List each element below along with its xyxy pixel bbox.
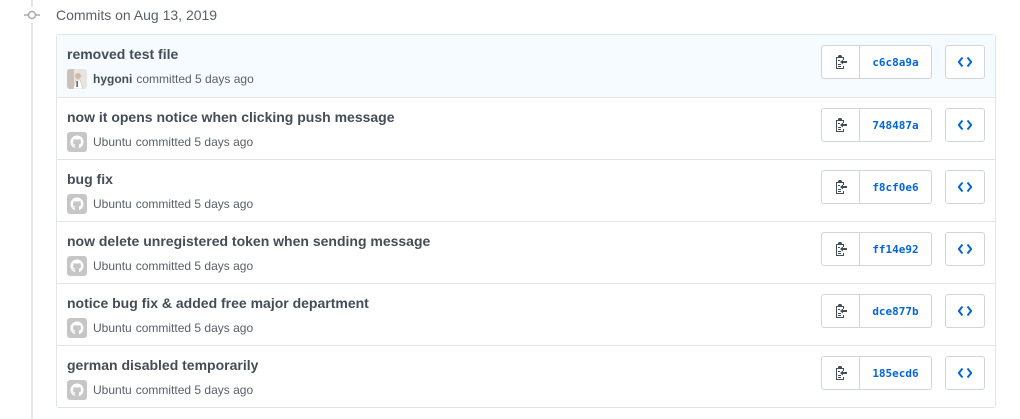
commit-sha-link[interactable]: 748487a [860, 108, 932, 142]
copy-sha-button[interactable] [821, 45, 860, 79]
github-octocat-icon[interactable] [67, 132, 87, 152]
browse-repo-button[interactable] [945, 45, 985, 79]
code-icon [958, 181, 972, 193]
copy-sha-button[interactable] [821, 232, 860, 266]
commit-meta: Ubuntu committed 5 days ago [67, 256, 253, 276]
code-icon [958, 119, 972, 131]
commit-author[interactable]: Ubuntu [93, 321, 132, 335]
commit-group-title: Commits on Aug 13, 2019 [56, 7, 218, 23]
github-octocat-icon[interactable] [67, 318, 87, 338]
github-octocat-icon[interactable] [67, 194, 87, 214]
commit-time: 5 days ago [195, 72, 254, 86]
clipboard-icon [835, 55, 847, 69]
commit-message-link[interactable]: now it opens notice when clicking push m… [67, 109, 395, 125]
commit-meta: Ubuntu committed 5 days ago [67, 132, 253, 152]
browse-repo-button[interactable] [945, 356, 985, 390]
commit-row: german disabled temporarily Ubuntu commi… [57, 345, 995, 407]
commit-author[interactable]: Ubuntu [93, 135, 132, 149]
commit-action: committed [135, 135, 192, 149]
commit-action: committed [136, 72, 192, 86]
clipboard-icon [835, 366, 847, 380]
commit-sha-link[interactable]: dce877b [860, 294, 932, 328]
code-icon [958, 305, 972, 317]
commit-author[interactable]: Ubuntu [93, 259, 132, 273]
code-icon [958, 56, 972, 68]
sha-button-group: dce877b [821, 294, 932, 330]
sha-button-group: c6c8a9a [821, 45, 932, 81]
commit-time: 5 days ago [194, 135, 254, 149]
code-icon [958, 243, 972, 255]
commit-sha-link[interactable]: 185ecd6 [860, 356, 932, 390]
sha-button-group: ff14e92 [821, 232, 932, 268]
commit-group-header: Commits on Aug 13, 2019 [24, 4, 217, 26]
commit-action: committed [135, 197, 192, 211]
timeline-line [31, 0, 33, 419]
browse-repo-button[interactable] [945, 294, 985, 328]
clipboard-icon [835, 180, 847, 194]
code-icon [958, 367, 972, 379]
commit-sha-link[interactable]: f8cf0e6 [860, 170, 932, 204]
browse-repo-button[interactable] [945, 232, 985, 266]
commit-action: committed [135, 321, 192, 335]
copy-sha-button[interactable] [821, 294, 860, 328]
commit-meta: hygoni committed 5 days ago [67, 69, 254, 89]
avatar[interactable] [67, 69, 87, 89]
commit-meta: Ubuntu committed 5 days ago [67, 380, 253, 400]
commit-meta: Ubuntu committed 5 days ago [67, 194, 253, 214]
clipboard-icon [835, 118, 847, 132]
copy-sha-button[interactable] [821, 356, 860, 390]
browse-repo-button[interactable] [945, 170, 985, 204]
commit-sha-link[interactable]: c6c8a9a [860, 45, 932, 79]
clipboard-icon [835, 304, 847, 318]
commit-sha-link[interactable]: ff14e92 [860, 232, 932, 266]
commit-action: committed [135, 259, 192, 273]
commit-actions: 748487a [821, 108, 985, 144]
commit-message-link[interactable]: german disabled temporarily [67, 357, 258, 373]
commit-meta: Ubuntu committed 5 days ago [67, 318, 253, 338]
sha-button-group: 748487a [821, 108, 932, 144]
commit-list: removed test file hygoni committed 5 day… [56, 34, 996, 408]
commit-actions: 185ecd6 [821, 356, 985, 392]
sha-button-group: 185ecd6 [821, 356, 932, 392]
commit-actions: c6c8a9a [821, 45, 985, 81]
commit-actions: f8cf0e6 [821, 170, 985, 206]
git-commit-icon [24, 7, 40, 23]
commit-author[interactable]: Ubuntu [93, 383, 132, 397]
copy-sha-button[interactable] [821, 170, 860, 204]
github-octocat-icon[interactable] [67, 256, 87, 276]
commit-row: bug fix Ubuntu committed 5 days ago f8cf… [57, 159, 995, 221]
commit-row: notice bug fix & added free major depart… [57, 283, 995, 345]
copy-sha-button[interactable] [821, 108, 860, 142]
commit-time: 5 days ago [194, 197, 254, 211]
commit-row: now it opens notice when clicking push m… [57, 97, 995, 159]
commit-row: now delete unregistered token when sendi… [57, 221, 995, 283]
github-octocat-icon[interactable] [67, 380, 87, 400]
browse-repo-button[interactable] [945, 108, 985, 142]
commit-author[interactable]: hygoni [93, 72, 132, 86]
commit-row: removed test file hygoni committed 5 day… [57, 35, 995, 97]
commit-time: 5 days ago [194, 383, 254, 397]
commit-action: committed [135, 383, 192, 397]
commit-actions: ff14e92 [821, 232, 985, 268]
commit-message-link[interactable]: now delete unregistered token when sendi… [67, 233, 430, 249]
commit-time: 5 days ago [194, 259, 254, 273]
sha-button-group: f8cf0e6 [821, 170, 932, 206]
commit-message-link[interactable]: removed test file [67, 46, 178, 62]
commit-time: 5 days ago [194, 321, 254, 335]
commit-actions: dce877b [821, 294, 985, 330]
commit-author[interactable]: Ubuntu [93, 197, 132, 211]
clipboard-icon [835, 242, 847, 256]
commit-message-link[interactable]: notice bug fix & added free major depart… [67, 295, 369, 311]
commit-message-link[interactable]: bug fix [67, 171, 113, 187]
